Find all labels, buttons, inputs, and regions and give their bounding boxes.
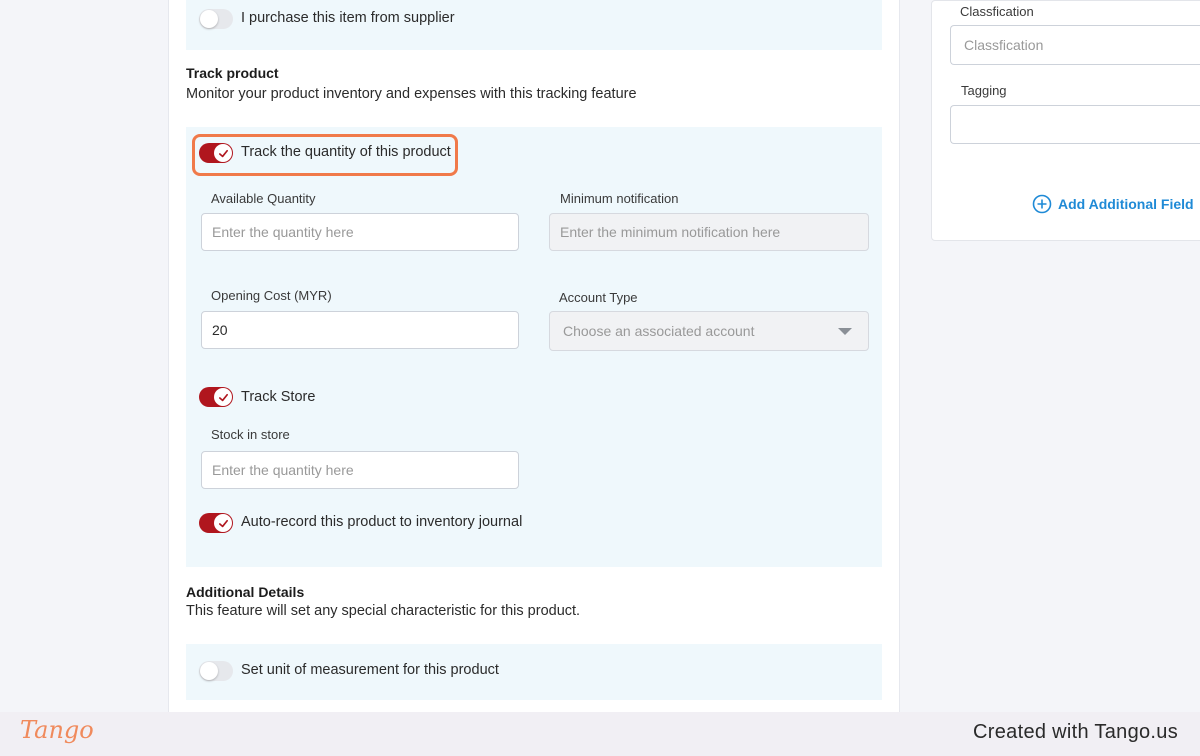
additional-details-heading: Additional Details (186, 584, 305, 600)
minimum-notification-input[interactable]: Enter the minimum notification here (549, 213, 869, 251)
created-with-tango: Created with Tango.us (973, 721, 1178, 743)
toggle-knob (214, 514, 232, 532)
minimum-notification-label: Minimum notification (560, 191, 679, 206)
unit-label: Set unit of measurement for this product (241, 662, 499, 678)
check-icon (218, 519, 228, 527)
available-quantity-input[interactable]: Enter the quantity here (201, 213, 519, 251)
classification-label: Classfication (960, 4, 1034, 19)
available-quantity-label: Available Quantity (211, 191, 316, 206)
tagging-label: Tagging (961, 83, 1007, 98)
supplier-label: I purchase this item from supplier (241, 10, 455, 26)
toggle-knob (200, 10, 218, 28)
additional-details-description: This feature will set any special charac… (186, 603, 581, 619)
tagging-input[interactable] (950, 105, 1200, 144)
auto-record-toggle[interactable] (199, 513, 233, 533)
opening-cost-label: Opening Cost (MYR) (211, 288, 332, 303)
classification-input[interactable]: Classfication (950, 25, 1200, 65)
supplier-toggle[interactable] (199, 9, 233, 29)
chevron-down-icon (838, 328, 852, 335)
account-type-label: Account Type (559, 290, 638, 305)
toggle-knob (214, 388, 232, 406)
account-type-placeholder: Choose an associated account (563, 323, 755, 339)
step-highlight (192, 134, 458, 176)
stock-in-store-label: Stock in store (211, 427, 290, 442)
account-type-select[interactable]: Choose an associated account (549, 311, 869, 351)
toggle-knob (200, 662, 218, 680)
check-icon (218, 393, 228, 401)
track-store-label: Track Store (241, 389, 316, 405)
unit-toggle[interactable] (199, 661, 233, 681)
track-product-description: Monitor your product inventory and expen… (186, 86, 637, 102)
stock-in-store-input[interactable]: Enter the quantity here (201, 451, 519, 489)
tango-logo: Tango (20, 716, 94, 744)
add-additional-field-button[interactable]: Add Additional Field (1032, 194, 1194, 214)
track-store-toggle[interactable] (199, 387, 233, 407)
plus-circle-icon (1032, 194, 1052, 214)
add-additional-field-label: Add Additional Field (1058, 196, 1194, 212)
opening-cost-input[interactable]: 20 (201, 311, 519, 349)
auto-record-label: Auto-record this product to inventory jo… (241, 514, 523, 530)
track-product-heading: Track product (186, 65, 279, 81)
